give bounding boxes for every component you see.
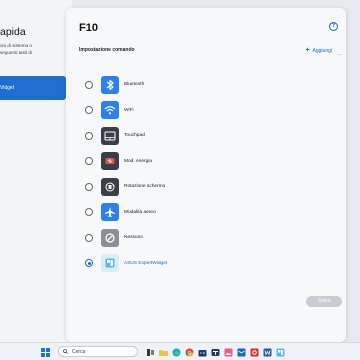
expertwidget-icon [101, 254, 119, 273]
rotate-screen-icon [101, 177, 119, 196]
section-subtitle: Impostazione comando [79, 47, 135, 53]
bluetooth-icon [101, 75, 119, 94]
option-label: ASUS ExpertWidget [124, 260, 168, 266]
radio-button[interactable] [85, 182, 93, 191]
teams-icon[interactable] [210, 347, 220, 357]
power-mode-icon [101, 152, 119, 171]
add-button[interactable]: + Aggiungi [305, 47, 332, 54]
option-bluetooth[interactable]: Bluetooth [85, 72, 265, 98]
radio-button[interactable] [85, 131, 93, 140]
edge-icon[interactable] [171, 347, 181, 357]
taskbar: Cerca [0, 342, 360, 360]
settings-icon[interactable] [275, 347, 285, 357]
option-label: Modalità aereo [124, 209, 156, 215]
dialog-title: F10 [79, 22, 98, 34]
option-power-mode[interactable]: Mod. energia [85, 149, 265, 175]
add-label: Aggiungi [312, 48, 332, 54]
wifi-icon [101, 101, 119, 120]
panel-desc-line: oni di sistema o [0, 43, 32, 48]
none-icon [101, 228, 119, 247]
panel-desc-line: seguenti tasti di [0, 50, 32, 55]
radio-button[interactable] [85, 157, 93, 166]
search-icon [63, 349, 68, 354]
plus-icon: + [305, 47, 310, 54]
save-button[interactable]: Salva [306, 296, 342, 307]
option-label: Nessuno [124, 235, 143, 241]
radio-button[interactable] [85, 208, 93, 217]
option-label: Mod. energia [124, 158, 152, 164]
radio-button-selected[interactable] [85, 259, 93, 268]
touchpad-icon [101, 126, 119, 145]
panel-heading: apida [0, 26, 26, 38]
radio-button[interactable] [85, 106, 93, 115]
search-input[interactable]: Cerca [58, 346, 138, 357]
option-screen-rotation[interactable]: Rotazione schermo [85, 174, 265, 200]
panel-description: oni di sistema o seguenti tasti di [0, 42, 32, 56]
option-label: Bluetooth [124, 82, 145, 88]
airplane-icon [101, 203, 119, 222]
options-list: Bluetooth WiFi Touchpad Mod. energia Rot… [85, 72, 265, 276]
word-icon[interactable] [262, 347, 272, 357]
task-view-icon[interactable] [146, 347, 154, 357]
mail-icon[interactable] [236, 347, 246, 357]
more-options-icon[interactable]: ⋯ [337, 53, 342, 58]
option-airplane-mode[interactable]: Modalità aereo [85, 200, 265, 226]
search-placeholder: Cerca [72, 348, 86, 355]
option-label: Touchpad [124, 133, 145, 139]
expertwidget-button[interactable]: Vidget [0, 76, 66, 100]
option-expertwidget[interactable]: ASUS ExpertWidget [85, 251, 265, 277]
hotkey-settings-dialog: F10 ? Impostazione comando + Aggiungi ⋯ B… [66, 8, 346, 342]
radio-button[interactable] [85, 80, 93, 89]
start-icon[interactable] [40, 347, 50, 357]
radio-button[interactable] [85, 233, 93, 242]
background-app-panel: apida oni di sistema o seguenti tasti di… [0, 0, 72, 342]
option-label: WiFi [124, 107, 134, 113]
option-wifi[interactable]: WiFi [85, 98, 265, 124]
option-label: Rotazione schermo [124, 184, 166, 190]
outlook-icon[interactable] [249, 347, 259, 357]
store-icon[interactable] [197, 347, 207, 357]
file-explorer-icon[interactable] [158, 347, 168, 357]
option-touchpad[interactable]: Touchpad [85, 123, 265, 149]
photos-icon[interactable] [223, 347, 233, 357]
option-none[interactable]: Nessuno [85, 225, 265, 251]
chrome-icon[interactable] [184, 347, 194, 357]
help-icon[interactable]: ? [329, 22, 338, 31]
